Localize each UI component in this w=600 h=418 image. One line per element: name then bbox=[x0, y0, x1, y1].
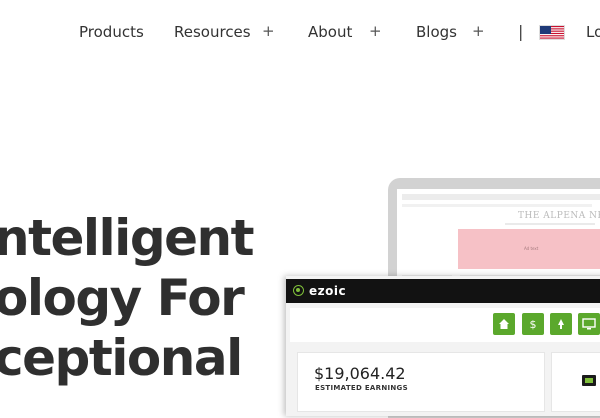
blogs-expand-icon[interactable]: + bbox=[472, 22, 485, 40]
nav-item-resources[interactable]: Resources bbox=[174, 23, 251, 41]
nav-divider: | bbox=[518, 22, 523, 41]
monitor-icon[interactable] bbox=[578, 313, 600, 335]
nav-item-about[interactable]: About bbox=[308, 23, 352, 41]
home-icon[interactable] bbox=[493, 313, 515, 335]
nav-item-blogs[interactable]: Blogs bbox=[416, 23, 457, 41]
us-flag-icon[interactable] bbox=[539, 25, 565, 40]
hero-headline-line-1: ntelligent bbox=[0, 213, 253, 263]
video-icon bbox=[582, 375, 596, 386]
site-menu-bar bbox=[402, 204, 592, 207]
hero-headline-line-3: ceptional bbox=[0, 333, 242, 383]
browser-url-bar bbox=[402, 194, 600, 200]
nav-item-products[interactable]: Products bbox=[79, 23, 144, 41]
about-expand-icon[interactable]: + bbox=[369, 22, 382, 40]
estimated-earnings-value: $19,064.42 bbox=[314, 364, 406, 383]
news-site-title: THE ALPENA NEWS bbox=[518, 211, 600, 221]
dollar-icon[interactable]: $ bbox=[522, 313, 544, 335]
hero-headline-line-2: ology For bbox=[0, 273, 243, 323]
top-nav: Products Resources + About + Blogs + | L… bbox=[0, 0, 600, 64]
resources-expand-icon[interactable]: + bbox=[262, 22, 275, 40]
svg-text:$: $ bbox=[530, 318, 537, 330]
estimated-earnings-label: ESTIMATED EARNINGS bbox=[315, 384, 408, 392]
tree-icon[interactable] bbox=[550, 313, 572, 335]
ezoic-logo-icon bbox=[293, 285, 304, 296]
news-subtitle-bar bbox=[505, 223, 595, 225]
login-link[interactable]: Lo bbox=[586, 23, 600, 41]
ezoic-logo-text: ezoic bbox=[309, 284, 346, 298]
ad-placement-label: Ad text bbox=[524, 246, 538, 251]
